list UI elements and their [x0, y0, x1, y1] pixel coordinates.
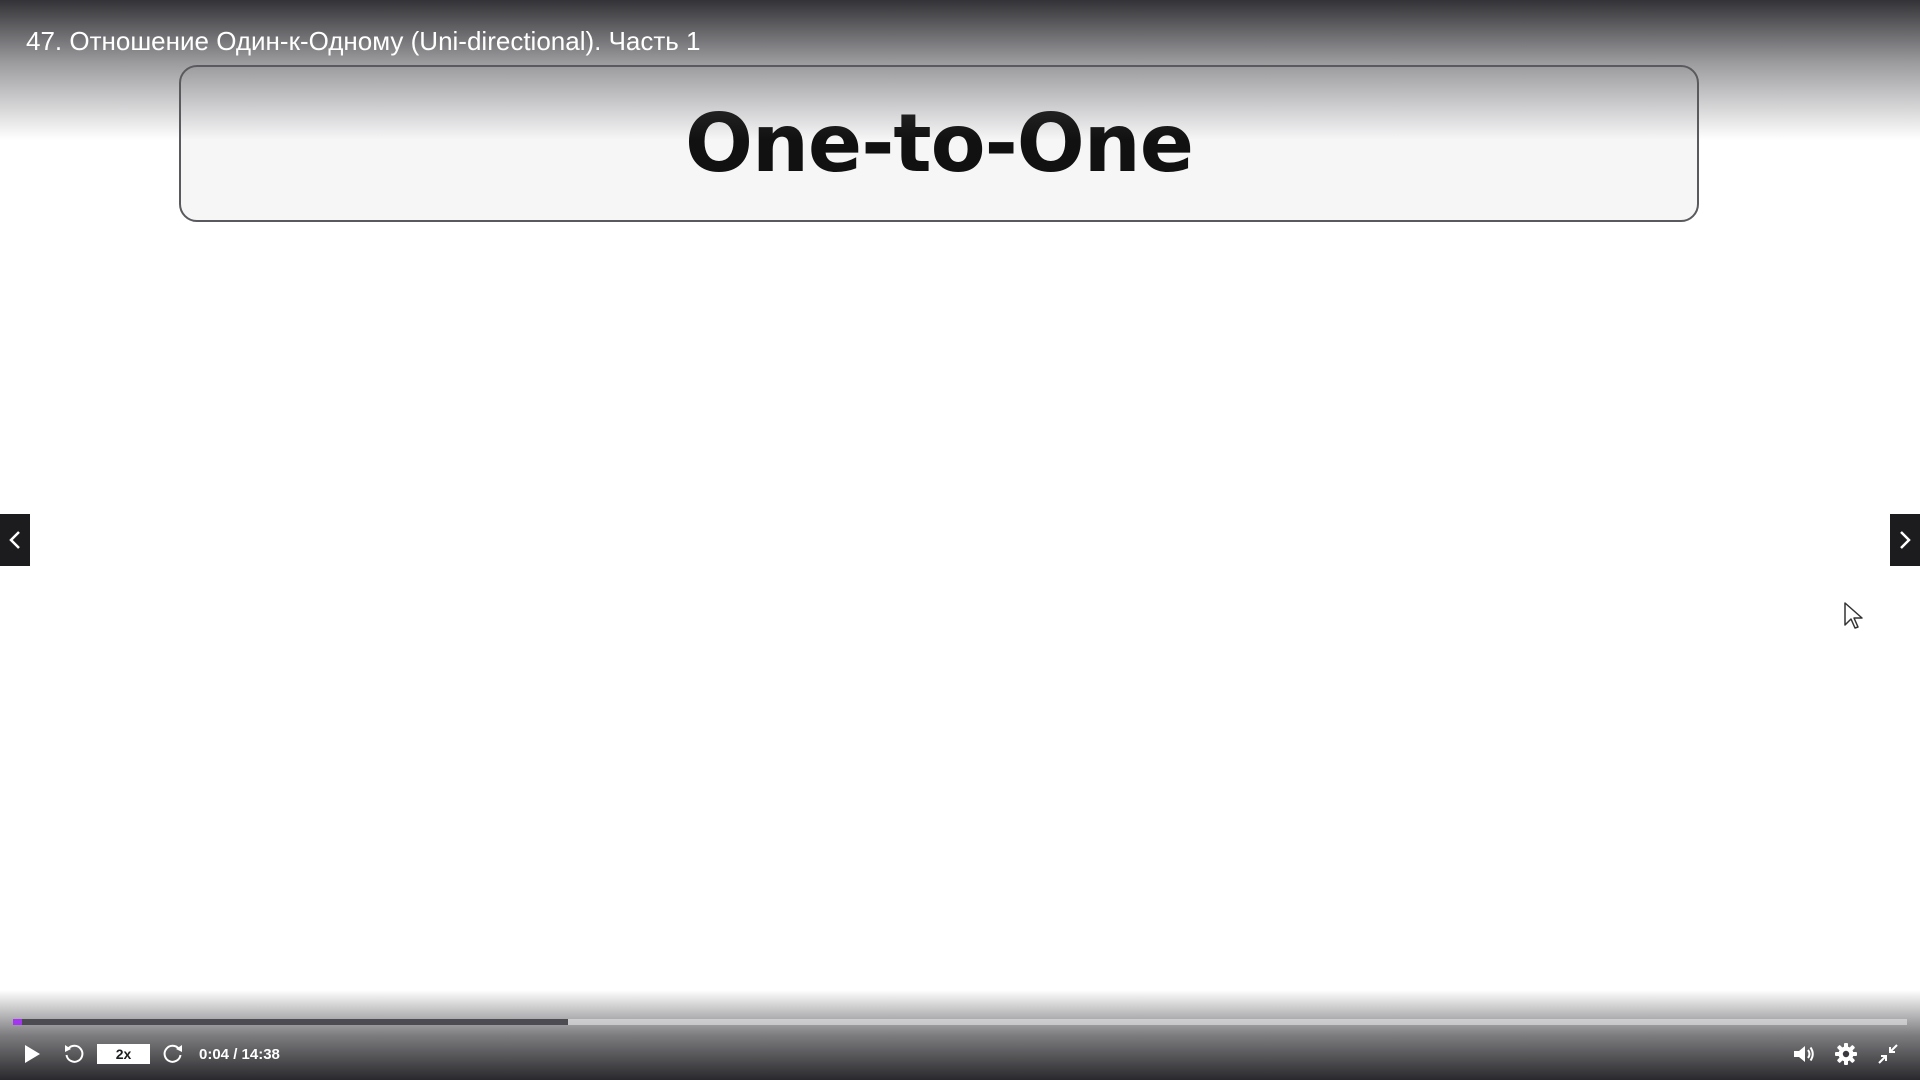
chevron-right-icon [1900, 531, 1911, 549]
video-player[interactable]: 47. Отношение Один-к-Одному (Uni-directi… [0, 0, 1920, 1080]
progress-bar[interactable] [13, 1019, 1907, 1025]
rewind-5-icon [65, 1044, 84, 1063]
volume-button[interactable] [1788, 1036, 1820, 1072]
video-title: 47. Отношение Один-к-Одному (Uni-directi… [26, 26, 701, 56]
gear-icon [1835, 1043, 1857, 1065]
slide-heading: One-to-One [684, 97, 1194, 190]
play-button[interactable] [16, 1036, 48, 1072]
next-lecture-button[interactable] [1890, 514, 1920, 566]
previous-lecture-button[interactable] [0, 514, 30, 566]
time-display: 0:04 / 14:38 [199, 1045, 280, 1063]
mouse-cursor-icon [1844, 602, 1863, 629]
exit-fullscreen-icon [1878, 1044, 1898, 1064]
forward-5-icon [163, 1044, 182, 1063]
settings-button[interactable] [1830, 1036, 1862, 1072]
chevron-left-icon [9, 531, 20, 549]
volume-icon [1794, 1046, 1814, 1062]
play-icon [25, 1045, 40, 1063]
forward-button[interactable] [157, 1036, 189, 1072]
slide-banner: One-to-One [179, 65, 1699, 222]
playback-speed-button[interactable]: 2x [97, 1044, 150, 1064]
rewind-button[interactable] [58, 1036, 90, 1072]
exit-fullscreen-button[interactable] [1872, 1036, 1904, 1072]
progress-played [13, 1019, 22, 1025]
progress-buffered [13, 1019, 568, 1025]
control-bar: 2x 0:04 / 14:38 [0, 1036, 1920, 1072]
